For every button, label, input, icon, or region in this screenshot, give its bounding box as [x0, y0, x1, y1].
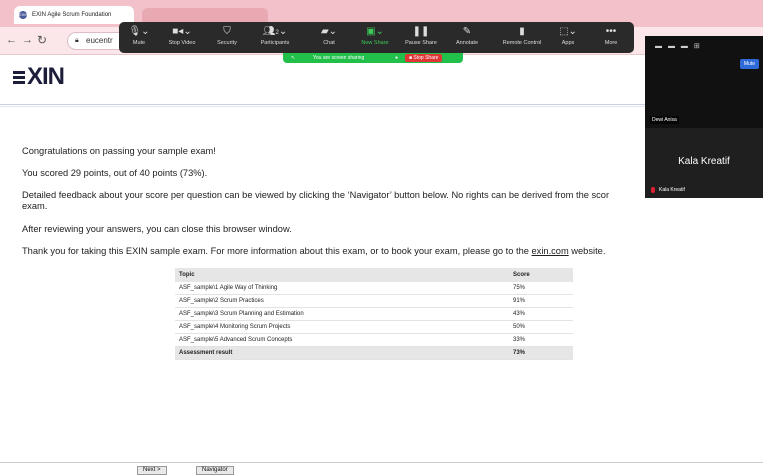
muted-mic-icon: [651, 187, 655, 193]
exin-logo: XIN: [13, 63, 65, 91]
sharing-text: You are screen sharing: [313, 55, 365, 61]
sharing-status-icon: ↖: [291, 55, 296, 61]
record-dot-icon: ●: [395, 55, 399, 61]
assessment-result-score: 73%: [509, 346, 573, 360]
assessment-result-label: Assessment result: [175, 346, 509, 360]
more-icon: •••: [605, 26, 617, 37]
score-cell: 50%: [509, 320, 573, 334]
topic-cell: ASF_sample\4 Monitoring Scrum Projects: [175, 320, 509, 334]
stop-share-button[interactable]: ■ Stop Share: [405, 54, 443, 62]
forward-icon[interactable]: →: [22, 34, 33, 46]
thanks-text-end: website.: [568, 246, 606, 256]
feedback-text-line1: Detailed feedback about your score per q…: [22, 190, 610, 200]
annotate-button[interactable]: ✎ Annotate: [442, 24, 492, 46]
shield-icon: ⛉: [223, 26, 231, 37]
topic-cell: ASF_sample\3 Scrum Planning and Estimati…: [175, 307, 509, 321]
congrats-text: Congratulations on passing your sample e…: [22, 146, 216, 156]
screen: EXIN EXIN Agile Scrum Foundation ← → ↻ 🔒…: [0, 0, 763, 475]
participant-name: Dewi Anisa: [650, 116, 679, 124]
header-divider: [0, 104, 645, 105]
table-row: ASF_sample\3 Scrum Planning and Estimati…: [175, 307, 573, 321]
back-icon[interactable]: ←: [6, 34, 17, 46]
pause-icon: ❚❚: [412, 26, 430, 37]
browser-tab[interactable]: EXIN EXIN Agile Scrum Foundation: [14, 6, 134, 24]
navigator-button[interactable]: Navigator: [196, 466, 234, 475]
tab-title: EXIN Agile Scrum Foundation: [32, 12, 112, 18]
topic-cell: ASF_sample\5 Advanced Scrum Concepts: [175, 333, 509, 347]
score-cell: 91%: [509, 294, 573, 308]
video-tile-dewi: ▬ ▬ ▬ ⊞ Mute Dewi Anisa: [645, 36, 763, 128]
table-header-row: Topic Score: [175, 268, 573, 282]
stop-share-label: Stop Share: [413, 55, 439, 61]
video-camera-icon: ■◂⌄: [172, 26, 192, 37]
participants-button[interactable]: 👥︎2⌄ Participants: [250, 24, 300, 46]
exin-website-link[interactable]: exin.com: [532, 246, 569, 256]
footer-divider: [0, 462, 763, 463]
score-text: You scored 29 points, out of 40 points (…: [22, 168, 208, 178]
window-controls-icon[interactable]: ▬ ▬ ▬ ⊞: [655, 42, 702, 50]
score-cell: 75%: [509, 282, 573, 295]
score-column-header: Score: [509, 268, 573, 282]
header-divider-2: [0, 106, 645, 107]
zoom-meeting-toolbar: 🎙︎⌄ Mute ■◂⌄ Stop Video ⛉ Security 👥︎2⌄ …: [119, 22, 634, 53]
mute-tag[interactable]: Mute: [739, 59, 759, 69]
security-button[interactable]: ⛉ Security: [202, 24, 252, 46]
table-row: ASF_sample\5 Advanced Scrum Concepts 33%: [175, 333, 573, 347]
exin-favicon-icon: EXIN: [19, 11, 29, 19]
url-text: eucentr: [86, 36, 113, 45]
lock-icon: 🔒︎: [75, 37, 79, 44]
video-tile-kala: Kala Kreatif Kala Kreatif: [645, 128, 763, 198]
new-share-button[interactable]: ▣⌄ New Share: [350, 24, 400, 46]
topic-cell: ASF_sample\1 Agile Way of Thinking: [175, 282, 509, 295]
pause-share-button[interactable]: ❚❚ Pause Share: [396, 24, 446, 46]
reload-icon[interactable]: ↻: [37, 33, 47, 47]
score-cell: 43%: [509, 307, 573, 321]
topic-cell: ASF_sample\2 Scrum Practices: [175, 294, 509, 308]
exin-logo-mark-icon: [13, 69, 25, 86]
participant-name: Kala Kreatif: [659, 187, 685, 193]
table-row: ASF_sample\4 Monitoring Scrum Projects 5…: [175, 320, 573, 334]
participants-count: 2: [275, 30, 279, 36]
pen-icon: ✎: [462, 26, 472, 37]
participants-icon: 👥︎2⌄: [262, 26, 288, 37]
score-cell: 33%: [509, 333, 573, 347]
chat-button[interactable]: ▰⌄ Chat: [304, 24, 354, 46]
chat-icon: ▰⌄: [320, 26, 338, 37]
logo-text: XIN: [27, 63, 65, 90]
screen-sharing-banner: ↖ You are screen sharing ● ■ Stop Share: [283, 53, 463, 63]
thanks-text-start: Thank you for taking this EXIN sample ex…: [22, 246, 532, 256]
share-icon: ▣⌄: [366, 26, 384, 37]
thanks-text: Thank you for taking this EXIN sample ex…: [22, 246, 605, 256]
topic-column-header: Topic: [175, 268, 509, 282]
next-button[interactable]: Next >: [137, 466, 167, 475]
table-row: ASF_sample\1 Agile Way of Thinking 75%: [175, 282, 573, 295]
more-button[interactable]: ••• More: [586, 24, 636, 46]
assessment-result-row: Assessment result 73%: [175, 346, 573, 360]
review-text: After reviewing your answers, you can cl…: [22, 224, 292, 234]
feedback-text-line2: exam.: [22, 201, 48, 211]
results-table: Topic Score ASF_sample\1 Agile Way of Th…: [175, 268, 573, 360]
participant-display-name: Kala Kreatif: [678, 156, 730, 167]
table-row: ASF_sample\2 Scrum Practices 91%: [175, 294, 573, 308]
stop-video-button[interactable]: ■◂⌄ Stop Video: [157, 24, 207, 46]
